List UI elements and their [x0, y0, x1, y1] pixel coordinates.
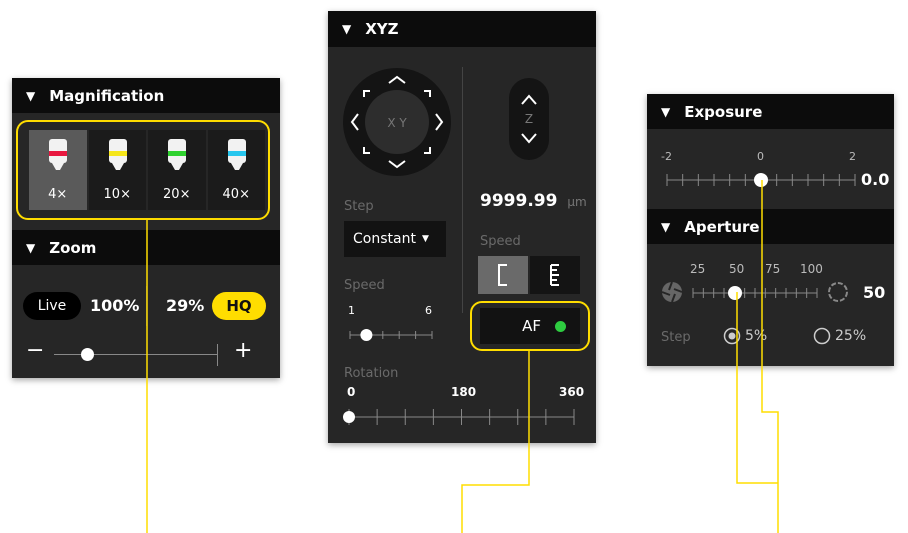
live-label: Live: [37, 298, 67, 314]
step-dropdown[interactable]: Constant ▼: [344, 221, 446, 257]
zoom-slider-thumb[interactable]: [80, 348, 94, 361]
zoom-header[interactable]: ▼ Zoom: [12, 230, 280, 265]
exposure-tick-2: 2: [849, 150, 856, 163]
z-position-readout: 9999.99 μm: [480, 191, 587, 211]
radio-label: 5%: [745, 328, 768, 344]
collapse-triangle-icon: ▼: [26, 88, 36, 103]
aperture-closed-icon: [661, 281, 683, 303]
magnification-header[interactable]: ▼ Magnification: [12, 78, 280, 113]
exposure-panel: ▼ Exposure -2 0 2 0.0 ▼ Aperture 25 50 7…: [647, 94, 894, 366]
live-percent: 100%: [90, 296, 140, 315]
step-dropdown-value: Constant: [353, 231, 416, 247]
af-highlight-callout: [470, 301, 590, 351]
aperture-tick-100: 100: [800, 262, 823, 276]
collapse-triangle-icon: ▼: [661, 219, 671, 234]
lens-highlight-callout: [16, 120, 270, 220]
speed-label-left: Speed: [344, 278, 385, 293]
aperture-step-label: Step: [661, 330, 691, 345]
magnification-panel: ▼ Magnification 4× 10× 20× 40× ▼ Zoom Li…: [12, 78, 280, 378]
collapse-triangle-icon: ▼: [661, 104, 671, 119]
zoom-divider: [146, 286, 147, 326]
aperture-slider[interactable]: [691, 278, 821, 308]
aperture-title: Aperture: [684, 217, 760, 236]
aperture-tick-50: 50: [729, 262, 745, 276]
hq-toggle[interactable]: HQ: [212, 292, 266, 320]
hq-percent: 29%: [166, 296, 205, 315]
chevron-down-icon: ▼: [421, 234, 429, 244]
xy-label: X Y: [387, 116, 407, 130]
rotation-tick-180: 180: [451, 385, 477, 399]
speed-slider-thumb[interactable]: [360, 329, 373, 341]
exposure-slider-thumb[interactable]: [754, 173, 768, 187]
speed-label-right: Speed: [480, 234, 521, 249]
xyz-panel: ▼ XYZ X Y Z 9999.99 μm Step Constant ▼ S…: [328, 11, 596, 443]
exposure-value: 0.0: [861, 170, 890, 189]
exposure-tick-0: 0: [757, 150, 764, 163]
speed-mode-fine[interactable]: [530, 256, 580, 294]
aperture-tick-25: 25: [690, 262, 706, 276]
z-position: 9999.99: [480, 191, 558, 211]
aperture-open-icon: [828, 282, 848, 302]
zoom-slider[interactable]: [54, 344, 218, 366]
exposure-title: Exposure: [684, 102, 763, 121]
collapse-triangle-icon: ▼: [26, 240, 36, 255]
aperture-step-25-radio[interactable]: 25%: [813, 327, 866, 345]
z-control[interactable]: Z: [508, 77, 550, 161]
xyz-title: XYZ: [365, 20, 399, 38]
speed-mode-coarse[interactable]: [478, 256, 528, 294]
rotation-tick-360: 360: [559, 385, 585, 399]
speed-min-label: 1: [348, 304, 355, 317]
aperture-header[interactable]: ▼ Aperture: [647, 209, 894, 244]
bracket-icon: [498, 264, 507, 286]
radio-label: 25%: [835, 328, 867, 344]
aperture-step-5-radio[interactable]: 5%: [723, 327, 767, 345]
xyz-header[interactable]: ▼ XYZ: [328, 11, 596, 47]
zoom-title: Zoom: [49, 238, 97, 257]
xy-joystick[interactable]: X Y: [342, 67, 452, 177]
exposure-header[interactable]: ▼ Exposure: [647, 94, 894, 129]
step-label: Step: [344, 199, 374, 214]
collapse-triangle-icon: ▼: [342, 22, 352, 36]
fine-scale-icon: [550, 264, 559, 286]
xyz-divider: [462, 67, 463, 313]
aperture-tick-75: 75: [765, 262, 781, 276]
aperture-value: 50: [863, 283, 886, 302]
zoom-in-button[interactable]: +: [234, 338, 252, 363]
live-toggle[interactable]: Live: [23, 292, 81, 320]
zoom-slider-end: [217, 344, 218, 366]
radio-selected-icon: [723, 327, 741, 345]
z-unit: μm: [567, 195, 587, 209]
speed-slider[interactable]: [344, 319, 434, 347]
aperture-slider-thumb[interactable]: [728, 286, 742, 300]
rotation-slider[interactable]: [342, 401, 582, 431]
radio-unselected-icon: [813, 327, 831, 345]
rotation-slider-thumb[interactable]: [343, 411, 355, 423]
zoom-slider-track: [54, 354, 218, 355]
z-label: Z: [525, 112, 533, 126]
zoom-out-button[interactable]: −: [26, 338, 44, 363]
hq-label: HQ: [226, 297, 252, 315]
exposure-slider[interactable]: [661, 164, 861, 194]
magnification-title: Magnification: [49, 86, 165, 105]
rotation-tick-0: 0: [347, 385, 356, 399]
rotation-label: Rotation: [344, 366, 399, 381]
exposure-tick-minus2: -2: [661, 150, 672, 163]
speed-max-label: 6: [425, 304, 432, 317]
